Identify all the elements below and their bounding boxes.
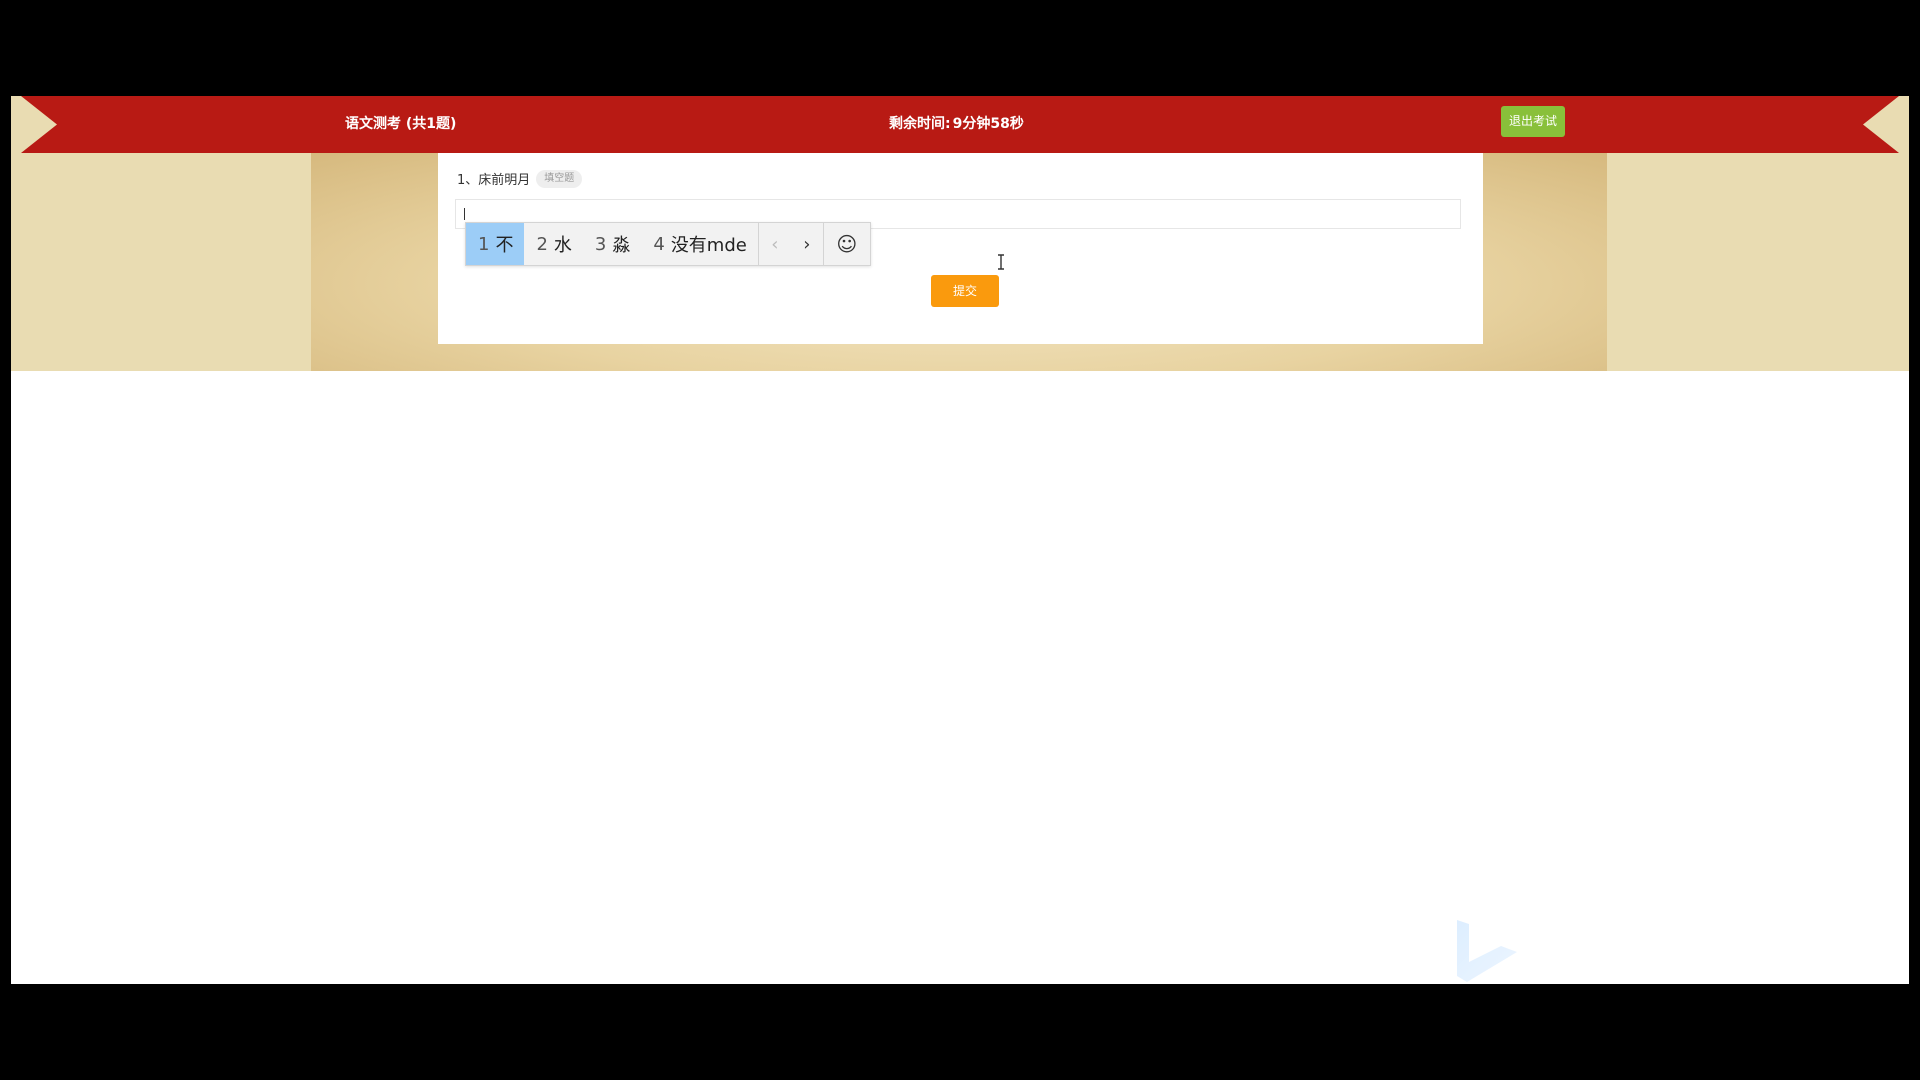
ime-candidate-text: 不 — [495, 235, 514, 256]
timer-value: 9分钟58秒 — [952, 116, 1024, 132]
ime-next-page-icon[interactable]: › — [791, 223, 823, 265]
ime-candidate-number: 3 — [594, 233, 607, 255]
ime-prev-page-icon[interactable]: ‹ — [759, 223, 791, 265]
text-caret — [464, 208, 465, 220]
submit-button[interactable]: 提交 — [931, 275, 999, 307]
question-text: 1、床前明月 — [457, 173, 531, 188]
ime-candidate-2[interactable]: 2 水 — [524, 223, 582, 265]
ime-candidate-text: 水 — [553, 235, 572, 256]
browser-viewport: 语文测考 (共1题) 剩余时间: 9分钟58秒 退出考试 1、床前明月 填空题 提… — [11, 96, 1909, 984]
question-type-badge: 填空题 — [536, 169, 583, 188]
ime-candidate-text: 没有mde — [670, 235, 747, 256]
exam-title: 语文测考 (共1题) — [345, 116, 457, 132]
ribbon-left-notch-icon — [11, 96, 57, 153]
letterbox-top — [0, 0, 1920, 96]
ime-candidate-4[interactable]: 4 没有mde — [641, 223, 758, 265]
letterbox-bottom — [0, 984, 1920, 1080]
timer-label: 剩余时间: — [889, 116, 951, 132]
ime-emoji-icon[interactable]: ☺ — [824, 223, 870, 265]
exit-exam-button[interactable]: 退出考试 — [1501, 106, 1565, 137]
ime-candidate-number: 2 — [536, 233, 548, 255]
question-header: 1、床前明月 填空题 — [457, 169, 583, 188]
ime-candidate-text: 淼 — [612, 235, 631, 256]
ime-candidate-number: 4 — [653, 233, 665, 255]
exam-header: 语文测考 (共1题) 剩余时间: 9分钟58秒 退出考试 — [11, 96, 1909, 153]
ime-candidate-3[interactable]: 3 淼 — [583, 223, 641, 265]
remaining-time: 剩余时间: 9分钟58秒 — [889, 109, 1024, 139]
ibeam-cursor-icon — [998, 254, 1004, 270]
ime-candidate-window: 1 不 2 水 3 淼 4 没有mde ‹ › ☺ — [465, 222, 871, 266]
bing-logo-watermark-icon — [1457, 920, 1517, 982]
ribbon-right-notch-icon — [1863, 96, 1909, 153]
ime-candidate-1[interactable]: 1 不 — [466, 223, 525, 265]
ime-candidate-number: 1 — [478, 233, 490, 255]
